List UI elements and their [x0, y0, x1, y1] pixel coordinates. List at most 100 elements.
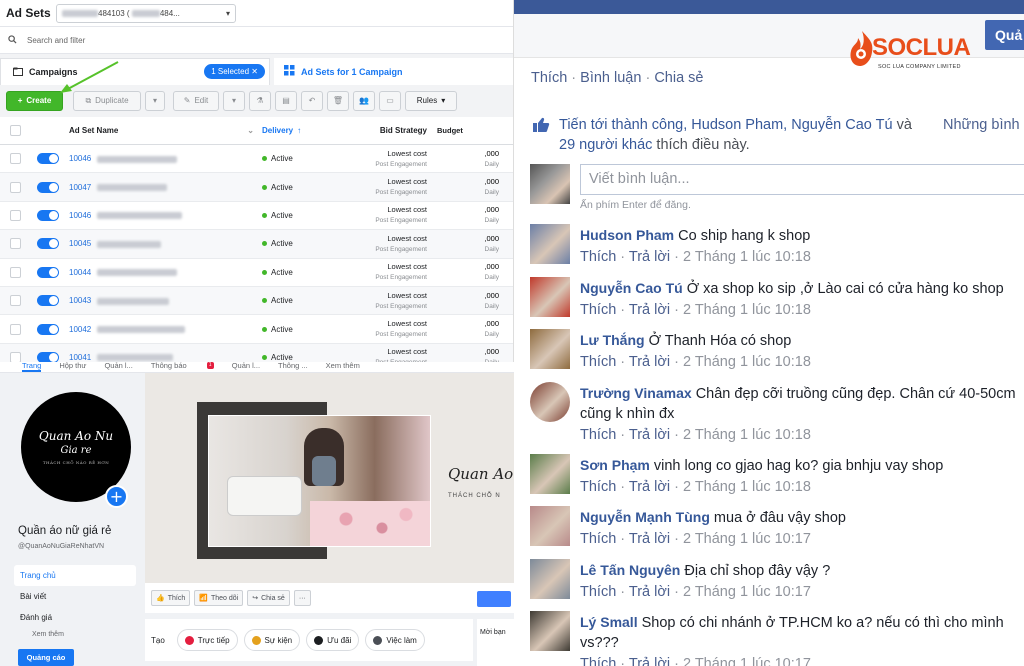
comment-timestamp[interactable]: 2 Tháng 1 lúc 10:18: [683, 354, 811, 370]
page-nav-item[interactable]: Thông báo: [151, 362, 187, 370]
comment-author[interactable]: Lý Small: [580, 614, 638, 630]
col-bid[interactable]: Bid Strategy: [347, 125, 433, 136]
row-checkbox[interactable]: [9, 351, 21, 362]
avatar[interactable]: [530, 224, 570, 264]
adset-name-cell[interactable]: 10043: [66, 296, 262, 305]
comment-timestamp[interactable]: 2 Tháng 1 lúc 10:17: [683, 656, 811, 666]
table-row[interactable]: 10041ActiveLowest costPost Engagement,00…: [0, 343, 513, 362]
page-nav-item[interactable]: Quản l...: [232, 362, 260, 370]
page-nav-item[interactable]: Thông ...: [278, 362, 308, 370]
comment-author[interactable]: Hudson Pham: [580, 227, 674, 243]
side-menu-item[interactable]: Bài viết: [14, 586, 136, 607]
comment-author[interactable]: Lư Thắng: [580, 332, 645, 348]
avatar[interactable]: [530, 276, 570, 317]
adset-id[interactable]: 10042: [69, 325, 91, 334]
like-action[interactable]: Thích: [531, 70, 567, 86]
comment-timestamp[interactable]: 2 Tháng 1 lúc 10:17: [683, 531, 811, 547]
test-flask-button[interactable]: ⚗: [249, 90, 271, 111]
audience-button[interactable]: 👥: [353, 90, 375, 111]
likers-names[interactable]: Tiến tới thành công, Hudson Pham, Nguyễn…: [559, 117, 893, 133]
comment-like-link[interactable]: Thích: [580, 479, 616, 495]
create-option-button[interactable]: Trực tiếp: [176, 629, 238, 651]
avatar[interactable]: [530, 611, 570, 651]
budget-cell[interactable]: ,000Daily: [433, 148, 505, 170]
adset-name-cell[interactable]: 10047: [66, 183, 262, 192]
comment-timestamp[interactable]: 2 Tháng 1 lúc 10:18: [683, 302, 811, 318]
row-checkbox[interactable]: [9, 153, 21, 165]
table-row[interactable]: 10045 Active Lowest cost Post Engagement ,00…: [0, 230, 513, 259]
undo-button[interactable]: ↶: [301, 90, 323, 111]
adset-name-cell[interactable]: 10046: [66, 211, 262, 220]
page-nav-item[interactable]: Trang: [22, 362, 42, 372]
comment-author[interactable]: Sơn Phạm: [580, 457, 650, 473]
adset-id[interactable]: 10044: [69, 268, 91, 277]
edit-dropdown[interactable]: ▾: [223, 90, 245, 111]
comment-reply-link[interactable]: Trả lời: [629, 427, 670, 443]
status-toggle[interactable]: [37, 238, 59, 250]
row-checkbox[interactable]: [9, 209, 21, 221]
selected-badge[interactable]: 1 Selected ✕: [204, 64, 265, 79]
adset-id[interactable]: 10046: [69, 211, 91, 220]
tab-adsets[interactable]: Ad Sets for 1 Campaign: [274, 58, 513, 85]
status-toggle[interactable]: [37, 351, 59, 362]
close-icon[interactable]: ✕: [251, 67, 258, 76]
table-row[interactable]: 10042 Active Lowest cost Post Engagement ,00…: [0, 315, 513, 344]
comment-like-link[interactable]: Thích: [580, 427, 616, 443]
col-budget[interactable]: Budget: [433, 125, 505, 136]
comment-reply-link[interactable]: Trả lời: [629, 584, 670, 600]
adset-id[interactable]: 10046: [69, 154, 91, 163]
search-filter-bar[interactable]: Search and filter: [0, 27, 513, 54]
status-toggle[interactable]: [37, 153, 59, 165]
adset-id[interactable]: 10047: [69, 183, 91, 192]
row-checkbox[interactable]: [9, 181, 21, 193]
add-photo-button[interactable]: +: [105, 485, 128, 508]
budget-cell[interactable]: ,000Daily: [433, 233, 505, 255]
comment-author[interactable]: Nguyễn Mạnh Tùng: [580, 509, 710, 525]
budget-cell[interactable]: ,000Daily: [433, 318, 505, 340]
comment-timestamp[interactable]: 2 Tháng 1 lúc 10:17: [683, 584, 811, 600]
row-checkbox[interactable]: [9, 295, 21, 307]
edit-button[interactable]: ✎ Edit: [173, 90, 219, 111]
comment-timestamp[interactable]: 2 Tháng 1 lúc 10:18: [683, 249, 811, 265]
page-nav-item[interactable]: Hộp thư: [59, 362, 86, 370]
more-comments-link[interactable]: Những bình: [943, 117, 1020, 133]
account-select[interactable]: 484103 ( 484... ▾: [56, 3, 236, 23]
avatar[interactable]: [530, 381, 570, 422]
status-toggle[interactable]: [37, 295, 59, 307]
page-action-button[interactable]: ↪ Chia sẻ: [247, 590, 290, 606]
comment-reply-link[interactable]: Trả lời: [629, 354, 670, 370]
tab-campaigns[interactable]: Campaigns 1 Selected ✕: [0, 58, 270, 85]
comment-reply-link[interactable]: Trả lời: [629, 249, 670, 265]
comment-like-link[interactable]: Thích: [580, 656, 616, 666]
page-nav-item[interactable]: Xem thêm: [326, 362, 360, 370]
comment-author[interactable]: Nguyễn Cao Tú: [580, 280, 683, 296]
table-row[interactable]: 10047 Active Lowest cost Post Engagement ,00…: [0, 173, 513, 202]
status-toggle[interactable]: [37, 266, 59, 278]
primary-action-button[interactable]: [477, 591, 511, 607]
comment-like-link[interactable]: Thích: [580, 302, 616, 318]
comment-author[interactable]: Trường Vinamax: [580, 385, 692, 401]
table-row[interactable]: 10046 Active Lowest cost Post Engagement ,00…: [0, 202, 513, 231]
search-input[interactable]: Search and filter: [27, 36, 85, 45]
comment-like-link[interactable]: Thích: [580, 531, 616, 547]
side-menu-item[interactable]: Đánh giá: [14, 607, 136, 628]
status-toggle[interactable]: [37, 181, 59, 193]
cover-area[interactable]: Quan Ao THÁCH CHỖ N: [145, 373, 514, 583]
budget-cell[interactable]: ,000Daily: [433, 261, 505, 283]
rules-button[interactable]: Rules ▾: [405, 90, 457, 111]
comment-reply-link[interactable]: Trả lời: [629, 531, 670, 547]
row-checkbox[interactable]: [9, 323, 21, 335]
invite-friends-box[interactable]: Mời bạn: [477, 619, 514, 666]
adset-name-cell[interactable]: 10044: [66, 268, 262, 277]
budget-cell[interactable]: ,000Daily: [433, 290, 505, 312]
row-checkbox[interactable]: [9, 266, 21, 278]
top-right-button[interactable]: Quả: [985, 20, 1024, 50]
comment-timestamp[interactable]: 2 Tháng 1 lúc 10:18: [683, 479, 811, 495]
create-button[interactable]: + Create: [6, 90, 63, 111]
comment-timestamp[interactable]: 2 Tháng 1 lúc 10:18: [683, 427, 811, 443]
status-toggle[interactable]: [37, 323, 59, 335]
status-toggle[interactable]: [37, 209, 59, 221]
adset-name-cell[interactable]: 10045: [66, 239, 262, 248]
budget-cell[interactable]: ,000Daily: [433, 346, 505, 362]
avatar[interactable]: [530, 506, 570, 546]
